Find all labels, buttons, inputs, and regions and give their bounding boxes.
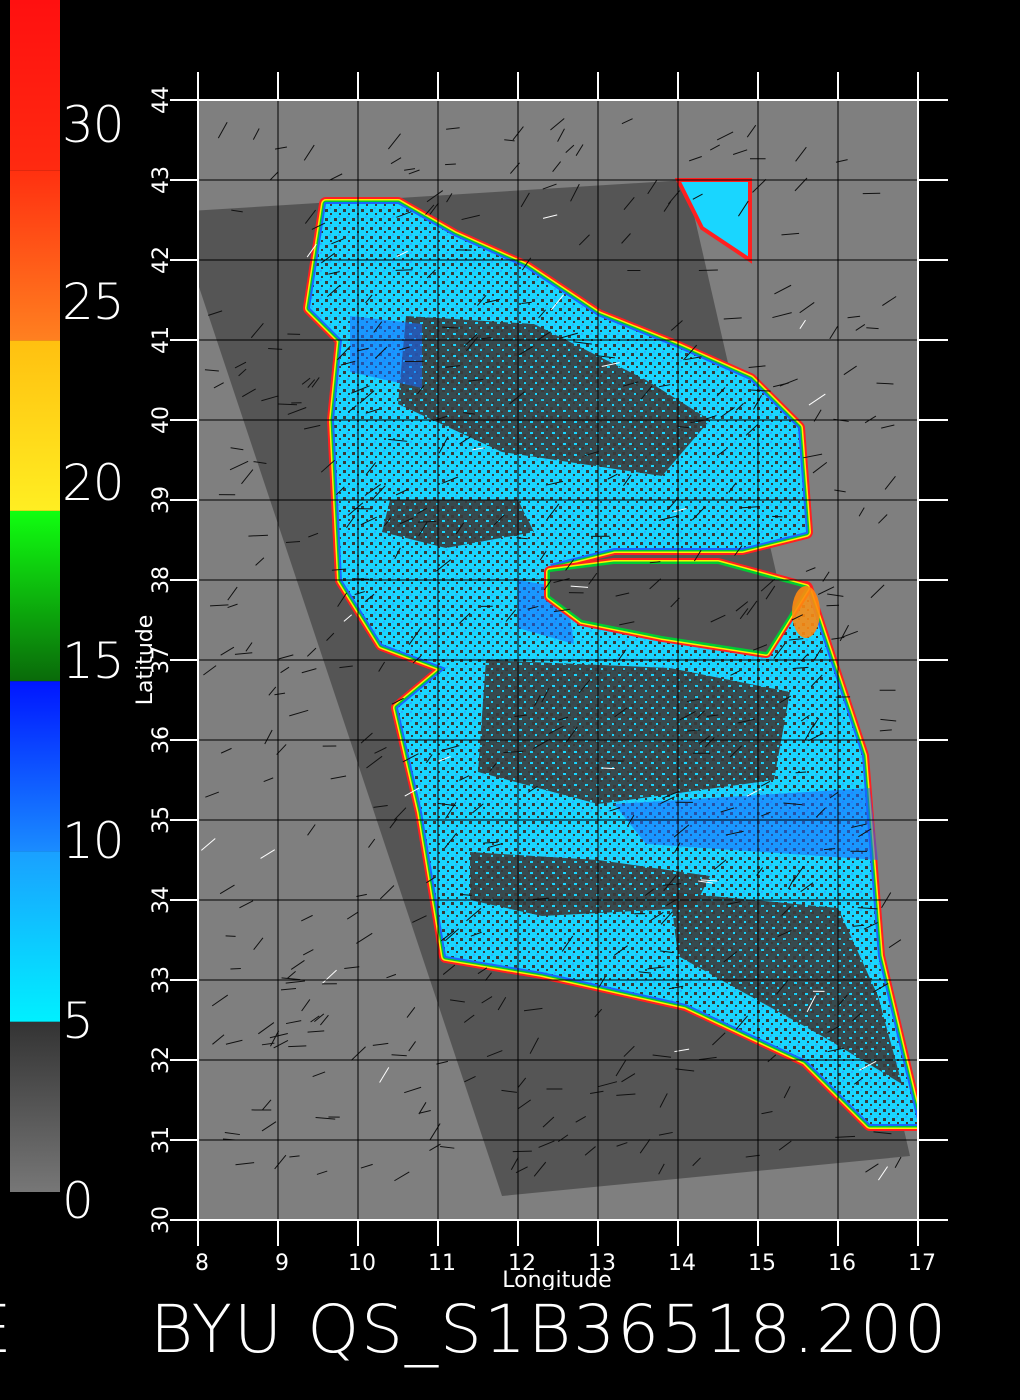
y-tick-label: 38 [149,566,174,594]
wind-vector [288,1045,307,1048]
wind-vector [230,967,241,970]
x-tick-label: 15 [748,1251,776,1276]
x-tick-label: 11 [428,1251,456,1276]
x-axis-label: Longitude [502,1268,611,1290]
y-tick-label: 36 [149,726,174,754]
y-tick-label: 40 [149,406,174,434]
x-tick-label: 10 [348,1251,376,1276]
wind-vector [601,767,615,770]
y-tick-label: 32 [149,1046,174,1074]
y-tick-label: 33 [149,966,174,994]
wind-vector [606,760,624,762]
high-wind-hotspot [792,586,820,638]
wind-vector [772,515,783,518]
y-tick-label: 30 [149,1206,174,1234]
y-tick-label: 43 [149,166,174,194]
y-axis-label: Latitude [133,615,158,706]
wind-vector [417,520,437,523]
y-tick-label: 34 [149,886,174,914]
title-main: BYU QS_S1B36518.200 [150,1291,949,1368]
y-tick-label: 42 [149,246,174,274]
wind-vector [395,269,413,271]
y-tick-label: 35 [149,806,174,834]
x-tick-label: 16 [828,1251,856,1276]
x-tick-label: 9 [275,1251,289,1276]
y-tick-label: 31 [149,1126,174,1154]
wind-map: 8 9 10 11 12 13 14 15 16 173031323334353637383940… [133,72,948,1290]
wind-vector [445,163,456,166]
x-tick-label: 8 [195,1251,209,1276]
title-left-fragment: E [0,1290,14,1370]
x-tick-label: 14 [668,1251,696,1276]
plot-title: E BYU QS_S1B36518.200 [0,1290,1020,1370]
y-tick-label: 44 [149,86,174,114]
y-tick-label: 41 [149,326,174,354]
y-tick-label: 39 [149,486,174,514]
x-tick-label: 17 [908,1251,936,1276]
